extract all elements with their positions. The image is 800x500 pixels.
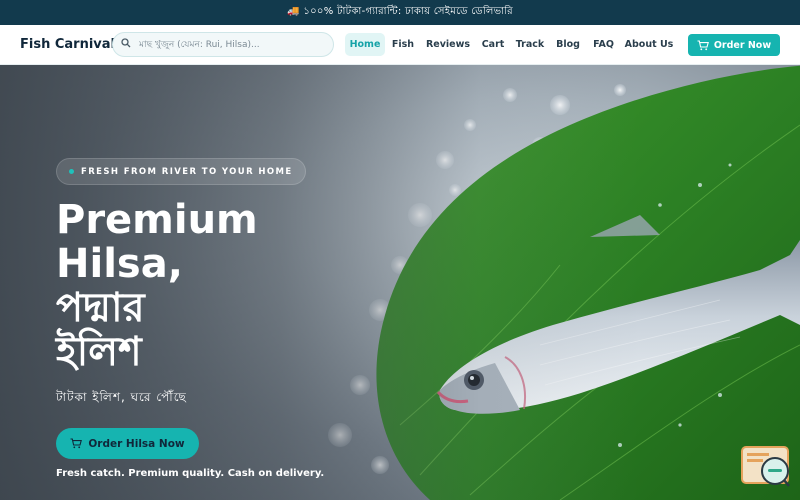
order-hilsa-button[interactable]: Order Hilsa Now bbox=[56, 428, 199, 459]
nav-link-fish[interactable]: Fish bbox=[389, 33, 417, 56]
cart-icon bbox=[697, 39, 709, 50]
chat-widget-icon[interactable] bbox=[741, 445, 791, 489]
announcement-text: 🚚 ১০০% টাটকা-গ্যারান্টি: ঢাকায় সেইমডে ড… bbox=[287, 6, 513, 17]
nav-link-track[interactable]: Track bbox=[513, 33, 547, 56]
headline-line-3: পদ্মার bbox=[56, 285, 145, 331]
hero-tagline: Fresh catch. Premium quality. Cash on de… bbox=[56, 468, 325, 479]
order-now-label: Order Now bbox=[713, 39, 772, 51]
hero-badge: FRESH FROM RIVER TO YOUR HOME bbox=[56, 158, 306, 185]
hero-section: FRESH FROM RIVER TO YOUR HOME Premium Hi… bbox=[0, 65, 800, 500]
cart-icon bbox=[70, 438, 83, 449]
search-box[interactable] bbox=[112, 32, 334, 57]
nav-link-about[interactable]: About Us bbox=[624, 33, 674, 56]
badge-dot-icon bbox=[69, 169, 74, 174]
nav-link-faq[interactable]: FAQ bbox=[590, 33, 617, 56]
nav-link-home[interactable]: Home bbox=[345, 33, 385, 56]
top-navigation: Fish Carnival Home Fish Reviews Cart Tra… bbox=[0, 25, 800, 65]
headline-line-1: Premium bbox=[56, 197, 258, 243]
announcement-bar: 🚚 ১০০% টাটকা-গ্যারান্টি: ঢাকায় সেইমডে ড… bbox=[0, 0, 800, 25]
search-icon[interactable] bbox=[121, 38, 133, 51]
site-logo[interactable]: Fish Carnival bbox=[20, 37, 115, 52]
nav-link-blog[interactable]: Blog bbox=[553, 33, 583, 56]
headline-line-2: Hilsa, bbox=[56, 241, 183, 287]
hero-headline: Premium Hilsa, পদ্মার ইলিশ bbox=[56, 198, 258, 374]
search-input[interactable] bbox=[139, 39, 329, 50]
order-hilsa-label: Order Hilsa Now bbox=[88, 437, 185, 450]
hero-subheadline: টাটকা ইলিশ, ঘরে পৌঁছে bbox=[56, 390, 187, 404]
nav-link-cart[interactable]: Cart bbox=[479, 33, 507, 56]
headline-line-4: ইলিশ bbox=[56, 329, 142, 375]
hero-badge-text: FRESH FROM RIVER TO YOUR HOME bbox=[81, 166, 293, 177]
nav-link-reviews[interactable]: Reviews bbox=[424, 33, 472, 56]
order-now-button[interactable]: Order Now bbox=[688, 34, 780, 56]
